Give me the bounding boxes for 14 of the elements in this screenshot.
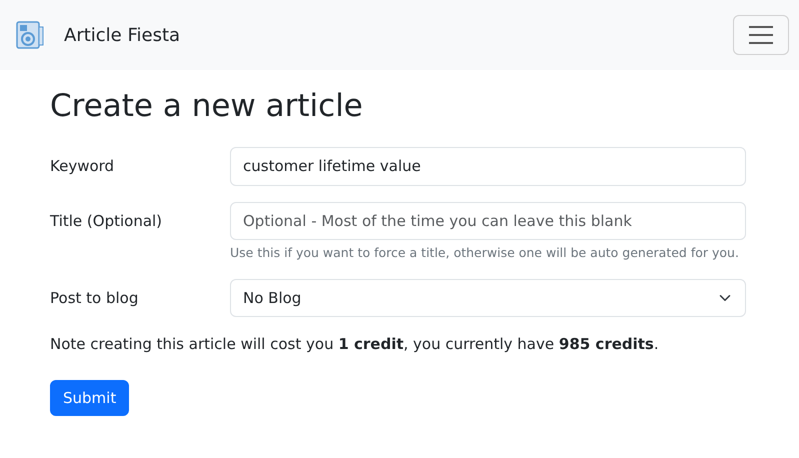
- help-text: Use this if you want to force a title, otherwise one will be auto generated for you.: [230, 244, 740, 262]
- field-label: Title (Optional): [50, 210, 164, 232]
- field-label: Post to blog: [50, 288, 140, 309]
- menu-icon: [748, 25, 774, 45]
- page-heading: Create a new article: [50, 88, 364, 126]
- brand-name[interactable]: Article Fiesta: [64, 22, 180, 48]
- input-field[interactable]: Optional - Most of the time you can leave this blank: [230, 202, 746, 240]
- submit-button[interactable]: Submit: [50, 380, 130, 416]
- input-field[interactable]: customer lifetime value: [230, 147, 746, 186]
- menu-toggle-button[interactable]: [733, 15, 789, 55]
- blog-select[interactable]: No Blog: [230, 278, 746, 318]
- credit-note: Note creating this article will cost you 1 credit, you currently have 985 credits.: [50, 334, 660, 356]
- field-label: Keyword: [50, 156, 116, 178]
- camera-logo-icon: [14, 19, 46, 51]
